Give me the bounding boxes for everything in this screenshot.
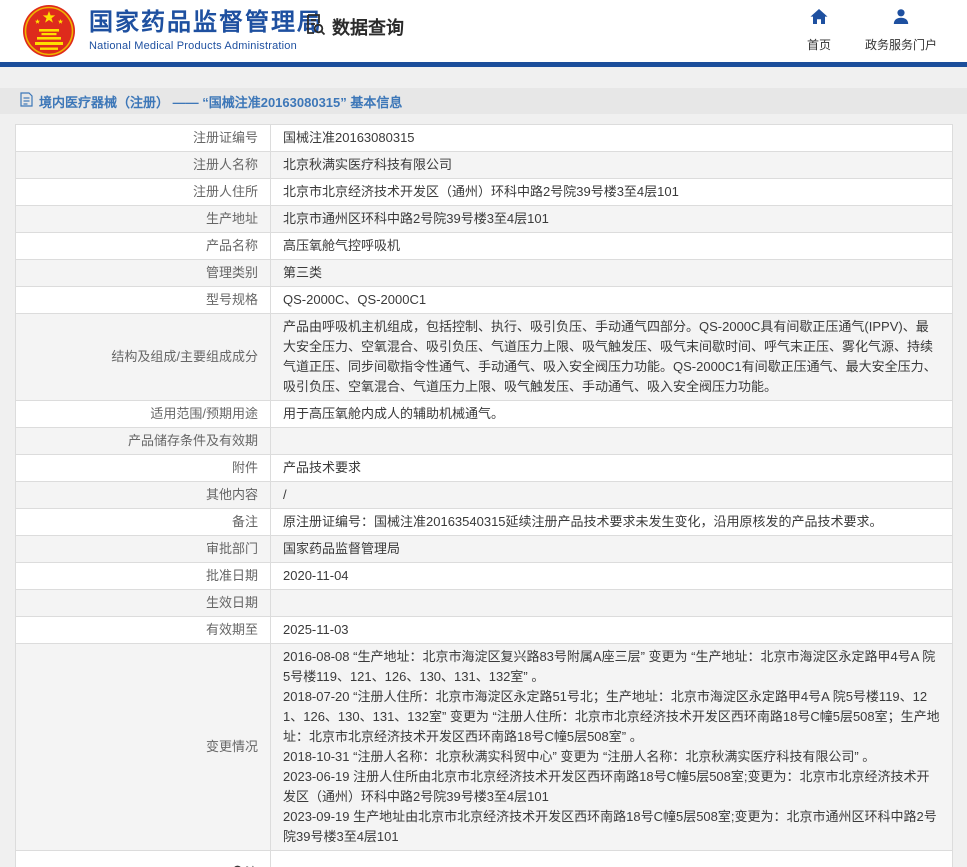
document-search-icon bbox=[303, 12, 332, 41]
row-label: 批准日期 bbox=[16, 563, 271, 590]
row-remarks: 备注 原注册证编号：国械注准20163540315延续注册产品技术要求未发生变化… bbox=[16, 509, 953, 536]
row-label: 产品名称 bbox=[16, 233, 271, 260]
registration-info-table-wrap: 注册证编号 国械注准20163080315 注册人名称 北京秋满实医疗科技有限公… bbox=[15, 124, 953, 867]
row-label: 注册人住所 bbox=[16, 179, 271, 206]
data-query-heading: 数据查询 bbox=[303, 12, 404, 41]
row-management-class: 管理类别 第三类 bbox=[16, 260, 953, 287]
org-title-cn: 国家药品监督管理局 bbox=[89, 10, 323, 36]
row-effective-date: 生效日期 bbox=[16, 590, 953, 617]
row-value: 北京秋满实医疗科技有限公司 bbox=[271, 152, 953, 179]
data-query-label: 数据查询 bbox=[332, 14, 404, 40]
row-value: 国械注准20163080315 bbox=[271, 125, 953, 152]
row-value: 2016-08-08 “生产地址：北京市海淀区复兴路83号附属A座三层” 变更为… bbox=[271, 644, 953, 851]
row-value: 北京市北京经济技术开发区（通州）环科中路2号院39号楼3至4层101 bbox=[271, 179, 953, 206]
row-label: 产品储存条件及有效期 bbox=[16, 428, 271, 455]
row-label: 管理类别 bbox=[16, 260, 271, 287]
row-label: 其他内容 bbox=[16, 482, 271, 509]
row-value: 产品技术要求 bbox=[271, 455, 953, 482]
row-production-address: 生产地址 北京市通州区环科中路2号院39号楼3至4层101 bbox=[16, 206, 953, 233]
row-label: 型号规格 bbox=[16, 287, 271, 314]
row-label: 备注 bbox=[16, 509, 271, 536]
row-value: 用于高压氧舱内成人的辅助机械通气。 bbox=[271, 401, 953, 428]
row-value: 2025-11-03 bbox=[271, 617, 953, 644]
row-valid-until: 有效期至 2025-11-03 bbox=[16, 617, 953, 644]
row-label: 审批部门 bbox=[16, 536, 271, 563]
row-registrant-address: 注册人住所 北京市北京经济技术开发区（通州）环科中路2号院39号楼3至4层101 bbox=[16, 179, 953, 206]
row-value: / bbox=[271, 482, 953, 509]
home-icon bbox=[809, 7, 829, 32]
row-value: 2020-11-04 bbox=[271, 563, 953, 590]
row-label: 注册证编号 bbox=[16, 125, 271, 152]
row-value: 第三类 bbox=[271, 260, 953, 287]
row-value: QS-2000C、QS-2000C1 bbox=[271, 287, 953, 314]
row-label: 附件 bbox=[16, 455, 271, 482]
row-note: 注 详情 bbox=[16, 851, 953, 867]
nav-portal[interactable]: 政务服务门户 bbox=[865, 7, 937, 53]
row-cert-number: 注册证编号 国械注准20163080315 bbox=[16, 125, 953, 152]
row-storage-validity: 产品储存条件及有效期 bbox=[16, 428, 953, 455]
top-nav: 首页 政务服务门户 bbox=[807, 7, 937, 53]
user-icon bbox=[891, 7, 911, 32]
row-label: 注册人名称 bbox=[16, 152, 271, 179]
row-value: 国家药品监督管理局 bbox=[271, 536, 953, 563]
row-label: 注 bbox=[16, 851, 271, 867]
nav-home[interactable]: 首页 bbox=[807, 7, 831, 53]
row-product-name: 产品名称 高压氧舱气控呼吸机 bbox=[16, 233, 953, 260]
row-label: 生产地址 bbox=[16, 206, 271, 233]
row-value: 详情 bbox=[271, 851, 953, 867]
row-label: 有效期至 bbox=[16, 617, 271, 644]
national-emblem-icon bbox=[22, 4, 76, 63]
row-change-history: 变更情况 2016-08-08 “生产地址：北京市海淀区复兴路83号附属A座三层… bbox=[16, 644, 953, 851]
registration-info-table: 注册证编号 国械注准20163080315 注册人名称 北京秋满实医疗科技有限公… bbox=[15, 124, 953, 867]
row-registrant-name: 注册人名称 北京秋满实医疗科技有限公司 bbox=[16, 152, 953, 179]
row-value: 北京市通州区环科中路2号院39号楼3至4层101 bbox=[271, 206, 953, 233]
row-intended-use: 适用范围/预期用途 用于高压氧舱内成人的辅助机械通气。 bbox=[16, 401, 953, 428]
row-value: 高压氧舱气控呼吸机 bbox=[271, 233, 953, 260]
row-label: 结构及组成/主要组成成分 bbox=[16, 314, 271, 401]
row-value bbox=[271, 590, 953, 617]
row-value bbox=[271, 428, 953, 455]
row-approval-date: 批准日期 2020-11-04 bbox=[16, 563, 953, 590]
brand: 国家药品监督管理局 National Medical Products Admi… bbox=[22, 4, 323, 63]
row-label: 生效日期 bbox=[16, 590, 271, 617]
nav-home-label: 首页 bbox=[807, 36, 831, 53]
row-other-content: 其他内容 / bbox=[16, 482, 953, 509]
row-model-spec: 型号规格 QS-2000C、QS-2000C1 bbox=[16, 287, 953, 314]
page-title: 境内医疗器械（注册） —— “国械注准20163080315” 基本信息 bbox=[39, 92, 402, 111]
nav-portal-label: 政务服务门户 bbox=[865, 36, 937, 53]
row-attachment: 附件 产品技术要求 bbox=[16, 455, 953, 482]
row-value: 产品由呼吸机主机组成，包括控制、执行、吸引负压、手动通气四部分。QS-2000C… bbox=[271, 314, 953, 401]
row-approval-department: 审批部门 国家药品监督管理局 bbox=[16, 536, 953, 563]
site-header: 国家药品监督管理局 National Medical Products Admi… bbox=[0, 0, 967, 62]
page-title-bar: 境内医疗器械（注册） —— “国械注准20163080315” 基本信息 bbox=[0, 88, 967, 114]
document-icon bbox=[20, 92, 39, 110]
row-value: 原注册证编号：国械注准20163540315延续注册产品技术要求未发生变化，沿用… bbox=[271, 509, 953, 536]
row-label: 变更情况 bbox=[16, 644, 271, 851]
row-label: 适用范围/预期用途 bbox=[16, 401, 271, 428]
row-structure-composition: 结构及组成/主要组成成分 产品由呼吸机主机组成，包括控制、执行、吸引负压、手动通… bbox=[16, 314, 953, 401]
org-title-en: National Medical Products Administration bbox=[89, 40, 323, 52]
